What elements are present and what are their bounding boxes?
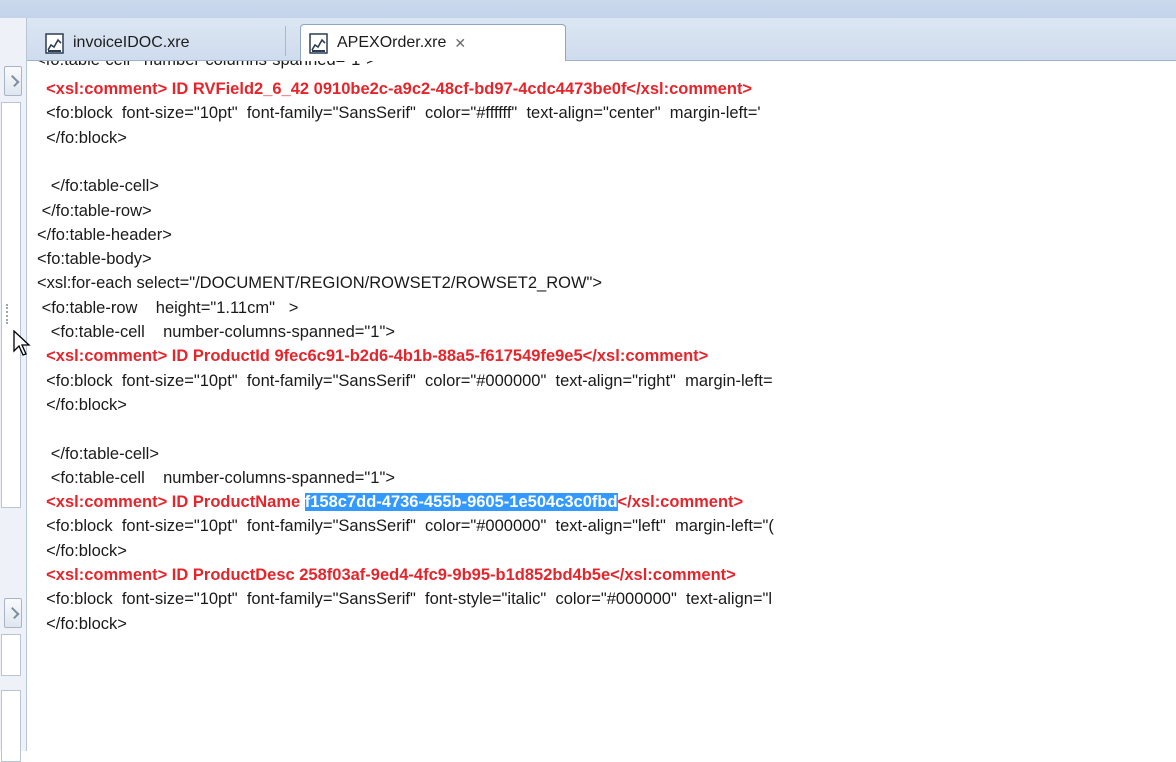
resize-grip[interactable] [6,304,12,324]
code-text: </fo:block> [37,614,127,633]
tab-apexorder[interactable]: APEXOrder.xre ✕ [300,24,566,61]
side-view-panel-lower[interactable] [1,634,21,676]
code-text: </fo:block> [37,395,127,414]
code-line: <xsl:comment> ID ProductDesc 258f03af-9e… [37,563,736,587]
code-text: <fo:block font-size="10pt" font-family="… [37,104,761,123]
report-file-icon [309,32,329,54]
tab-separator [285,26,286,56]
code-line: <fo:block font-size="10pt" font-family="… [37,587,772,611]
mouse-pointer-icon [13,330,31,356]
code-line: <fo:block font-size="10pt" font-family="… [37,101,761,125]
code-text: <fo:table-cell number-columns-spanned="1… [37,323,395,341]
code-text: <fo:block font-size="10pt" font-family="… [37,590,773,609]
code-text: </fo:table-cell> [37,177,159,196]
code-line: </fo:block> [37,539,127,563]
code-line: </fo:block> [37,393,127,417]
code-line: </fo:table-header> [37,223,172,247]
xsl-comment: <xsl:comment> ID RVField2_6_42 0910be2c-… [46,80,753,98]
xsl-comment: <xsl:comment> ID ProductId 9fec6c91-b2d6… [46,347,709,366]
tab-label: invoiceIDOC.xre [73,34,190,51]
code-line: <fo:table-cell number-columns-spanned="1… [27,61,376,72]
code-line: </fo:table-row> [37,199,152,223]
code-line: <xsl:comment> ID ProductName f158c7dd-47… [37,490,743,514]
code-line: <fo:block font-size="10pt" font-family="… [37,369,773,393]
code-text: </fo:block> [37,541,127,560]
code-line: <fo:table-cell number-columns-spanned="1… [37,466,395,490]
code-line: </fo:table-cell> [37,442,159,466]
code-text: <fo:table-body> [37,250,152,269]
selected-text: f158c7dd-4736-455b-9605-1e504c3c0fbd [304,493,618,512]
code-line: </fo:block> [37,126,127,150]
code-line: <xsl:for-each select="/DOCUMENT/REGION/R… [37,271,602,295]
code-line: <xsl:comment> ID ProductId 9fec6c91-b2d6… [37,344,708,368]
code-line: <xsl:comment> ID RVField2_6_42 0910be2c-… [37,77,752,101]
code-text: <fo:table-row height="1.11cm" > [37,298,299,317]
editor-tab-bar: invoiceIDOC.xre APEXOrder.xre ✕ [27,18,1176,61]
code-line: <fo:table-cell number-columns-spanned="1… [37,320,395,344]
close-icon[interactable]: ✕ [454,35,466,52]
tab-invoiceidoc[interactable]: invoiceIDOC.xre [37,26,259,60]
restore-button[interactable] [4,66,22,96]
code-text: <fo:block font-size="10pt" font-family="… [37,517,774,536]
code-text: <fo:block font-size="10pt" font-family="… [37,371,773,390]
code-text: <xsl:for-each select="/DOCUMENT/REGION/R… [37,274,603,293]
left-side-pane [0,18,27,762]
code-line: </fo:block> [37,612,127,636]
code-editor[interactable]: <fo:table-cell number-columns-spanned="1… [27,61,1176,751]
code-text: </fo:table-header> [37,225,172,244]
report-file-icon [45,32,65,54]
code-line: <fo:table-body> [37,247,152,271]
code-text: </fo:block> [37,128,127,147]
code-line: <fo:table-row height="1.11cm" > [37,296,299,320]
xsl-comment: </xsl:comment> [617,493,744,512]
side-view-panel-bottom[interactable] [1,690,21,762]
code-text: <fo:table-cell number-columns-spanned="1… [37,468,395,487]
xsl-comment: <xsl:comment> ID ProductName [46,493,305,512]
tab-label: APEXOrder.xre [337,34,447,51]
code-text: </fo:table-cell> [37,444,159,463]
code-line: </fo:table-cell> [37,174,159,198]
code-line: <fo:block font-size="10pt" font-family="… [37,514,774,538]
xsl-comment: <xsl:comment> ID ProductDesc 258f03af-9e… [46,566,736,584]
restore-button-lower[interactable] [4,598,22,628]
partial-top-line: <fo:table-cell number-columns-spanned="1… [27,61,1176,72]
window-top-strip [0,0,1176,18]
code-text: </fo:table-row> [37,201,152,220]
